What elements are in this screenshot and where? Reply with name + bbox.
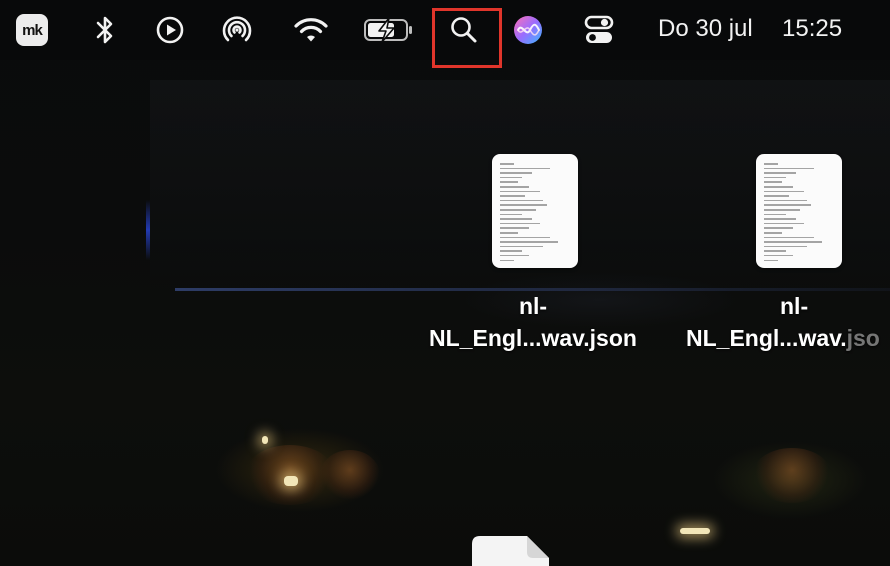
- siri-button[interactable]: [510, 10, 546, 50]
- document-file-icon[interactable]: [469, 534, 551, 566]
- airdrop-icon: [222, 16, 252, 42]
- control-center-button[interactable]: [580, 10, 618, 50]
- siri-icon: [514, 16, 542, 44]
- file-name-label[interactable]: nl- NL_Engl...wav.json: [403, 290, 663, 354]
- highlight-box: [432, 8, 502, 68]
- now-playing-button[interactable]: [152, 10, 188, 50]
- wallpaper-light: [262, 436, 268, 444]
- bluetooth-icon: [96, 16, 113, 44]
- wallpaper-umbrella: [752, 448, 832, 503]
- wallpaper-streak: [146, 200, 150, 260]
- wallpaper-light: [284, 476, 298, 486]
- mk-logo-icon: mk: [16, 14, 48, 46]
- menubar-date[interactable]: Do 30 jul: [658, 14, 753, 44]
- airdrop-button[interactable]: [218, 10, 256, 50]
- wifi-icon: [294, 18, 328, 42]
- desktop: mk Do 30 jul 15:25 nl- NL_Engl...wav.jso…: [0, 0, 890, 566]
- file-name-line2: NL_Engl...wav.jso: [686, 322, 890, 354]
- wallpaper-light: [680, 528, 710, 534]
- wallpaper-umbrella: [320, 450, 380, 500]
- battery-button[interactable]: [362, 10, 416, 50]
- play-circle-icon: [156, 16, 184, 44]
- control-center-icon: [584, 15, 614, 43]
- file-name-line2: NL_Engl...wav.json: [429, 325, 637, 351]
- json-file-thumbnail[interactable]: [756, 154, 842, 268]
- app-logo-button[interactable]: mk: [14, 10, 50, 50]
- menubar-time[interactable]: 15:25: [782, 14, 842, 44]
- file-preview-lines: [500, 160, 572, 262]
- file-name-line1: nl-: [780, 293, 809, 319]
- file-preview-lines: [764, 160, 836, 262]
- menubar: mk Do 30 jul 15:25: [0, 0, 890, 68]
- wifi-button[interactable]: [292, 10, 330, 50]
- battery-charging-icon: [364, 17, 412, 43]
- file-name-faded: jso: [846, 325, 880, 351]
- file-name-label[interactable]: nl- NL_Engl...wav.jso: [686, 290, 890, 354]
- file-name-visible: NL_Engl...wav.: [686, 325, 847, 351]
- file-name-line1: nl-: [518, 293, 548, 319]
- bluetooth-button[interactable]: [90, 10, 120, 50]
- json-file-thumbnail[interactable]: [492, 154, 578, 268]
